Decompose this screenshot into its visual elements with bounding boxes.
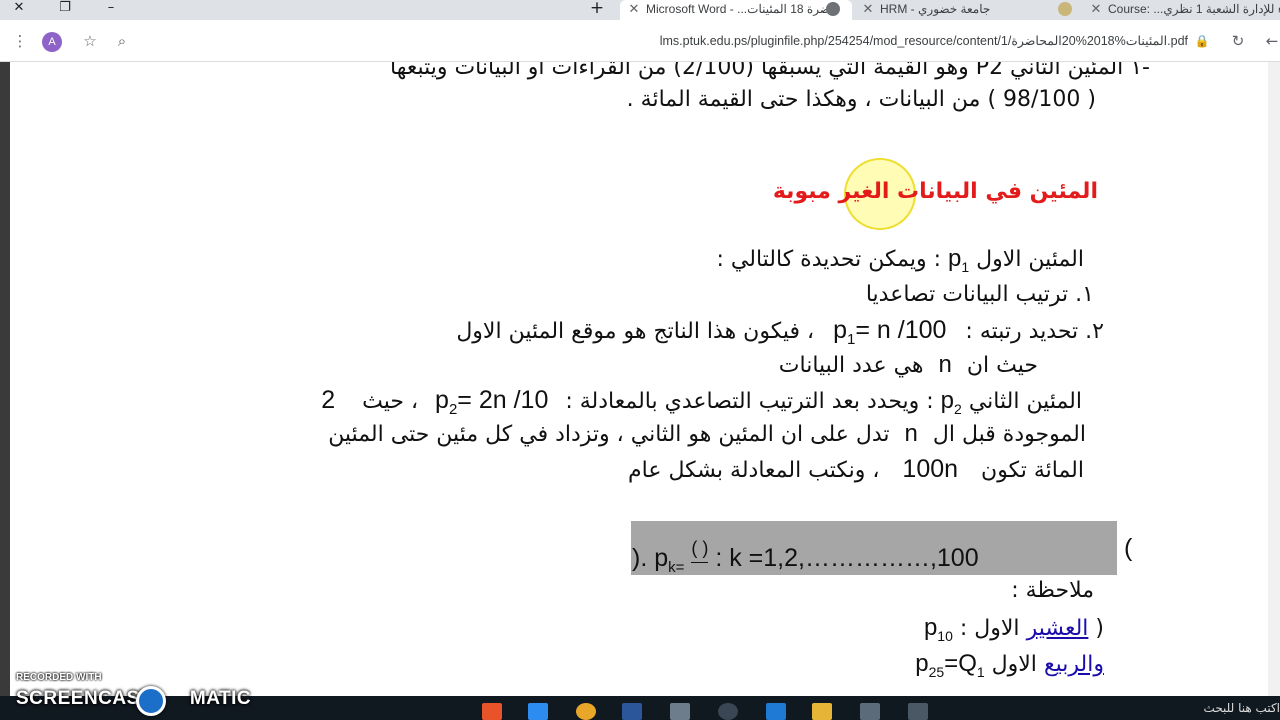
cortana-icon[interactable] bbox=[718, 703, 738, 720]
new-tab-button[interactable]: + bbox=[582, 0, 612, 20]
tab-strip: ✕ ❐ – + ✕ Microsoft Word - ...ضرة 18 الم… bbox=[0, 0, 1280, 20]
formula-open-paren: ( bbox=[1124, 534, 1133, 562]
tab-hrm[interactable]: ✕ HRM - جامعة خضوري bbox=[856, 0, 1080, 20]
tenth-line: ( العشير الاول : p10 bbox=[923, 614, 1104, 644]
close-tab-icon[interactable]: ✕ bbox=[860, 0, 876, 18]
edge-app-icon[interactable] bbox=[766, 703, 786, 720]
back-arrow-icon[interactable]: ← bbox=[1262, 31, 1280, 51]
text-line: المائة تكون 100n ، ونكتب المعادلة بشكل ع… bbox=[628, 455, 1084, 483]
avatar[interactable]: A bbox=[42, 32, 62, 52]
step-2: ٢. تحديد رتبته : p1= n /100 ، فيكون هذا … bbox=[456, 316, 1104, 348]
address-toolbar: ⋮ A ☆ ⌕ lms.ptuk.edu.ps/pluginfile.php/2… bbox=[0, 20, 1280, 62]
bookmark-star-icon[interactable]: ☆ bbox=[80, 31, 100, 51]
address-bar-url[interactable]: lms.ptuk.edu.ps/pluginfile.php/254254/mo… bbox=[560, 33, 1188, 51]
word-app-icon[interactable] bbox=[622, 703, 642, 720]
note-label: ملاحظة : bbox=[1011, 578, 1094, 603]
tab-title: Course: ...ضاء للإدارة الشعبة 1 نظري bbox=[1108, 2, 1280, 16]
text-line: ( 98/100 ) من البيانات ، وهكذا حتى القيم… bbox=[626, 87, 1096, 112]
tab-title: HRM - جامعة خضوري bbox=[880, 2, 991, 16]
quartile-line: والربيع الاول p25=Q1 bbox=[915, 650, 1104, 680]
menu-dots-icon[interactable]: ⋮ bbox=[10, 31, 30, 51]
tab-course[interactable]: ✕ Course: ...ضاء للإدارة الشعبة 1 نظري bbox=[1084, 0, 1280, 20]
p1-rest: : ويمكن تحديدة كالتالي : bbox=[716, 247, 942, 272]
left-sidebar-edge bbox=[0, 62, 10, 696]
watermark-small: RECORDED WITH bbox=[16, 672, 102, 683]
globe-icon bbox=[826, 2, 840, 16]
p1-formula: p1= n /100 bbox=[833, 316, 947, 348]
minimize-window-icon[interactable]: – bbox=[96, 0, 126, 20]
watermark-screencast: SCREENCAST MATIC bbox=[16, 688, 252, 709]
p2-formula: p2= 2n /10 bbox=[435, 386, 549, 418]
p1-symbol: p1 bbox=[948, 245, 970, 275]
university-logo-icon bbox=[1058, 2, 1072, 16]
where-line: حيث ان n هي عدد البيانات bbox=[778, 351, 1038, 378]
taskbar-search-input[interactable]: اكتب هنا للبحث bbox=[1130, 701, 1280, 720]
close-tab-icon[interactable]: ✕ bbox=[626, 0, 642, 18]
general-formula: ). pk= ( ) : k =1,2,……………,100 bbox=[632, 534, 979, 582]
quartile-link[interactable]: والربيع bbox=[1044, 652, 1104, 677]
zoom-icon[interactable]: ⌕ bbox=[112, 31, 132, 51]
tab-title: Microsoft Word - ...ضرة 18 المئينات bbox=[646, 2, 831, 16]
p1-label: المئين الاول bbox=[976, 247, 1084, 272]
pdf-page: -١ المئين الثاني P2 وهو القيمة التي يسبق… bbox=[10, 62, 1268, 696]
chrome-app-icon[interactable] bbox=[576, 703, 596, 720]
text-line-p1: المئين الاول p1 : ويمكن تحديدة كالتالي : bbox=[717, 245, 1084, 281]
close-tab-icon[interactable]: ✕ bbox=[1088, 0, 1104, 18]
text-line: -١ المئين الثاني P2 وهو القيمة التي يسبق… bbox=[390, 62, 1150, 80]
tab-microsoft-word[interactable]: ✕ Microsoft Word - ...ضرة 18 المئينات bbox=[620, 0, 852, 20]
text-line: الموجودة قبل ال n تدل على ان المئين هو ا… bbox=[328, 420, 1086, 447]
reload-icon[interactable]: ↻ bbox=[1228, 31, 1248, 51]
mail-app-icon[interactable] bbox=[670, 703, 690, 720]
step-1: ١. ترتيب البيانات تصاعديا bbox=[865, 282, 1094, 307]
section-heading: المئين في البيانات الغير مبوبة bbox=[772, 179, 1098, 204]
store-app-icon[interactable] bbox=[860, 703, 880, 720]
tenth-link[interactable]: العشير bbox=[1027, 616, 1089, 641]
pdf-viewer: -١ المئين الثاني P2 وهو القيمة التي يسبق… bbox=[0, 62, 1280, 696]
zoom-app-icon[interactable] bbox=[528, 703, 548, 720]
task-view-icon[interactable] bbox=[908, 703, 928, 720]
restore-window-icon[interactable]: ❐ bbox=[50, 0, 80, 20]
office-app-icon[interactable] bbox=[482, 703, 502, 720]
close-window-icon[interactable]: ✕ bbox=[4, 0, 34, 20]
lock-icon: 🔒 bbox=[1194, 34, 1210, 48]
screencast-logo-icon bbox=[136, 686, 166, 716]
scrollbar[interactable] bbox=[1268, 62, 1280, 696]
file-explorer-icon[interactable] bbox=[812, 703, 832, 720]
text-line-p2: المئين الثاني p2 : ويحدد بعد الترتيب الت… bbox=[321, 386, 1082, 418]
